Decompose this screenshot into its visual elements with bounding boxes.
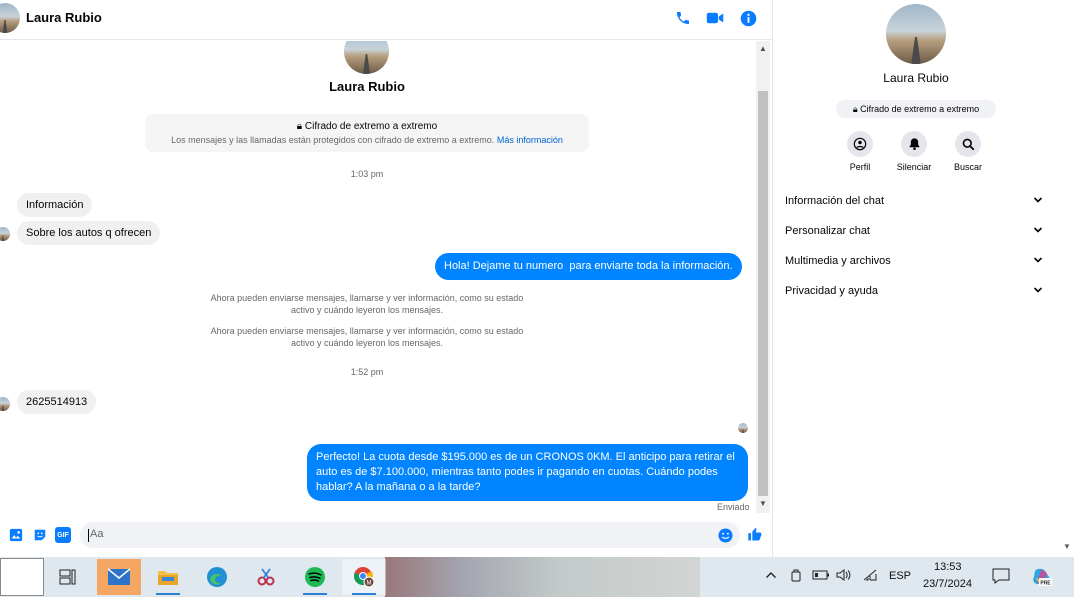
notifications-icon[interactable]	[992, 568, 1010, 587]
chevron-up-icon[interactable]	[765, 569, 777, 584]
clock-date[interactable]: 23/7/2024	[923, 578, 972, 590]
more-info-link[interactable]: Más información	[497, 135, 563, 145]
system-message: Ahora pueden enviarse mensajes, llamarse…	[210, 293, 524, 315]
language-indicator[interactable]: ESP	[889, 570, 911, 582]
outgoing-message[interactable]: Hola! Dejame tu numero para enviarte tod…	[435, 253, 742, 280]
scroll-down-arrow[interactable]: ▼	[759, 499, 767, 508]
profile-icon	[847, 131, 873, 157]
search-button[interactable]: Buscar	[940, 131, 996, 172]
edge-browser-icon[interactable]	[195, 559, 239, 595]
message-input[interactable]: Aa	[80, 522, 740, 548]
taskbar-background-image	[385, 557, 700, 597]
spotify-icon[interactable]	[293, 559, 337, 595]
mail-app-icon[interactable]	[97, 559, 141, 595]
sent-status: Enviado	[717, 502, 750, 512]
video-call-icon[interactable]	[705, 8, 725, 28]
outgoing-message[interactable]: Perfecto! La cuota desde $195.000 es de …	[307, 444, 748, 501]
message-list[interactable]: Laura Rubio 🔒︎ Cifrado de extremo a extr…	[0, 41, 756, 513]
encryption-notice: 🔒︎ Cifrado de extremo a extremo Los mens…	[145, 114, 589, 152]
lock-icon: 🔒︎	[852, 104, 858, 114]
gif-icon[interactable]: GIF	[55, 527, 71, 543]
clock-time[interactable]: 13:53	[934, 561, 962, 573]
profile-button[interactable]: Perfil	[832, 131, 888, 172]
wifi-icon[interactable]	[862, 569, 878, 584]
chat-scrollbar[interactable]: ▲ ▼	[756, 41, 770, 513]
lock-icon: 🔒︎	[296, 121, 303, 132]
chat-contact-name: Laura Rubio	[329, 79, 405, 94]
chrome-icon[interactable]: M	[342, 559, 386, 595]
sticker-icon[interactable]	[32, 527, 48, 543]
chat-header: Laura Rubio	[0, 0, 772, 40]
battery-icon[interactable]	[812, 569, 830, 584]
scroll-up-arrow[interactable]: ▲	[759, 44, 767, 53]
read-receipt-avatar	[738, 423, 748, 433]
timestamp: 1:03 pm	[350, 169, 384, 179]
scroll-down-arrow[interactable]: ▼	[1063, 542, 1071, 551]
system-message: Ahora pueden enviarse mensajes, llamarse…	[210, 326, 524, 348]
svg-text:M: M	[367, 581, 372, 587]
emoji-icon[interactable]	[717, 527, 733, 543]
photo-icon[interactable]	[8, 527, 24, 543]
incoming-message[interactable]: Sobre los autos q ofrecen	[17, 221, 161, 245]
bell-icon	[901, 131, 927, 157]
svg-text:PRE: PRE	[1040, 581, 1051, 587]
messenger-app: Laura Rubio Laura Rubio 🔒︎ Cifrado de ex…	[0, 0, 1074, 557]
composer: GIF Aa	[0, 518, 772, 554]
row-chat-info[interactable]: Información del chat	[785, 195, 1047, 219]
taskbar-search-box[interactable]	[0, 558, 44, 596]
row-media-files[interactable]: Multimedia y archivos	[785, 255, 1047, 279]
thumbs-up-icon[interactable]	[747, 526, 763, 542]
timestamp: 1:52 pm	[350, 367, 384, 377]
encryption-badge: 🔒︎ Cifrado de extremo a extremo	[836, 100, 996, 118]
sender-avatar	[0, 227, 10, 241]
row-customize-chat[interactable]: Personalizar chat	[785, 225, 1047, 249]
windows-taskbar: M ESP 13:53 23/7/2024 PRE	[0, 557, 1074, 597]
row-privacy-help[interactable]: Privacidad y ayuda	[785, 285, 1047, 309]
task-view-icon[interactable]	[46, 559, 90, 595]
device-icon[interactable]	[790, 569, 803, 586]
snipping-tool-icon[interactable]	[244, 559, 288, 595]
page-scrollbar[interactable]: ▼	[1058, 0, 1074, 557]
chevron-down-icon	[1033, 285, 1043, 298]
panel-contact-avatar	[886, 4, 946, 64]
volume-icon[interactable]	[836, 569, 852, 584]
contact-avatar[interactable]	[0, 3, 20, 33]
chevron-down-icon	[1033, 255, 1043, 268]
info-icon[interactable]	[738, 8, 758, 28]
sender-avatar	[0, 397, 10, 411]
search-icon	[955, 131, 981, 157]
chat-details-panel: Laura Rubio 🔒︎ Cifrado de extremo a extr…	[772, 0, 1058, 557]
file-explorer-icon[interactable]	[146, 559, 190, 595]
phone-icon[interactable]	[673, 8, 693, 28]
copilot-icon[interactable]: PRE	[1031, 566, 1053, 591]
chevron-down-icon	[1033, 225, 1043, 238]
contact-name[interactable]: Laura Rubio	[26, 10, 102, 25]
incoming-message[interactable]: Información	[17, 193, 93, 217]
mute-button[interactable]: Silenciar	[886, 131, 942, 172]
incoming-message[interactable]: 2625514913	[17, 390, 97, 414]
scroll-thumb[interactable]	[758, 91, 768, 496]
panel-contact-name: Laura Rubio	[883, 71, 949, 85]
chevron-down-icon	[1033, 195, 1043, 208]
message-placeholder: Aa	[90, 528, 104, 540]
chat-contact-avatar	[344, 41, 389, 74]
